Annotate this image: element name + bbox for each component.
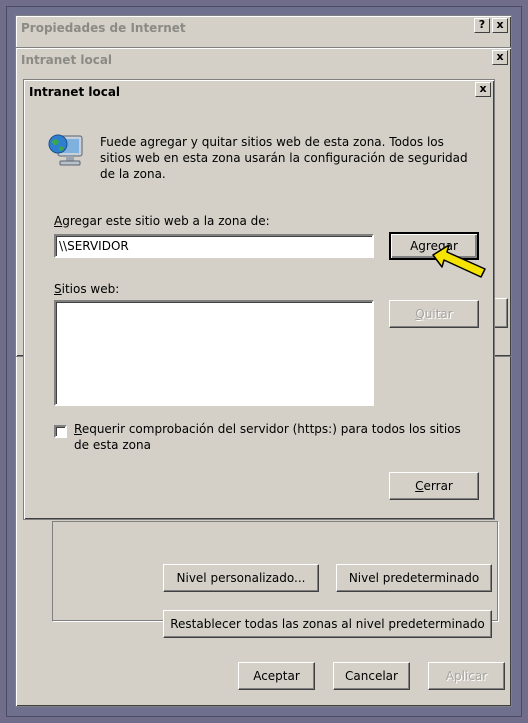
add-site-label: Agregar este sitio web a la zona de: bbox=[54, 214, 270, 228]
close-dialog-access-key: C bbox=[415, 479, 424, 493]
window-title: Propiedades de Internet bbox=[21, 20, 186, 35]
window-title: Intranet local bbox=[21, 52, 113, 67]
cancel-button[interactable]: Cancelar bbox=[333, 662, 410, 690]
internet-properties-titlebar: Propiedades de Internet bbox=[18, 18, 509, 37]
default-level-label: Nivel predeterminado bbox=[348, 571, 480, 585]
sites-label: Sitios web: bbox=[54, 282, 119, 296]
zone-description: Fuede agregar y quitar sitios web de est… bbox=[100, 135, 468, 181]
help-button[interactable]: ? bbox=[474, 18, 490, 33]
close-button[interactable]: x bbox=[492, 50, 508, 65]
close-dialog-text: errar bbox=[423, 479, 453, 493]
ok-label: Aceptar bbox=[253, 669, 300, 683]
require-https-label: Requerir comprobación del servidor (http… bbox=[74, 421, 461, 453]
close-button[interactable]: x bbox=[492, 18, 508, 33]
ok-button[interactable]: Aceptar bbox=[238, 662, 315, 690]
remove-button[interactable]: Quitar bbox=[389, 300, 479, 328]
dialog-title: Intranet local bbox=[29, 84, 121, 99]
remove-button-label: Quitar bbox=[415, 307, 452, 321]
reset-all-zones-button[interactable]: Restablecer todas las zonas al nivel pre… bbox=[163, 610, 492, 638]
default-level-button[interactable]: Nivel predeterminado bbox=[336, 564, 492, 592]
close-button[interactable]: x bbox=[475, 82, 491, 97]
local-intranet-sites-dialog: Intranet local x Fuede agregar y quitar … bbox=[23, 79, 495, 520]
require-https-line-2: de esta zona bbox=[74, 438, 151, 452]
custom-level-button[interactable]: Nivel personalizado... bbox=[163, 564, 319, 592]
require-https-line-1: Requerir comprobación del servidor (http… bbox=[74, 421, 461, 437]
close-dialog-label: Cerrar bbox=[415, 479, 453, 493]
add-site-label-text: gregar este sitio web a la zona de: bbox=[62, 214, 270, 228]
screenshot-frame: Propiedades de Internet ? x Nivel person… bbox=[6, 6, 522, 717]
reset-all-zones-label: Restablecer todas las zonas al nivel pre… bbox=[170, 617, 485, 631]
add-site-input[interactable]: \\SERVIDOR bbox=[54, 234, 374, 258]
apply-label: Aplicar bbox=[445, 669, 488, 683]
advanced-button-edge[interactable] bbox=[494, 298, 508, 328]
remove-button-text: uitar bbox=[424, 307, 453, 321]
require-https-text-a: equerir comprobación del servidor (https… bbox=[81, 422, 461, 436]
sites-label-text: itios web: bbox=[61, 282, 120, 296]
sites-dialog-titlebar: Intranet local bbox=[26, 82, 492, 101]
sites-list[interactable] bbox=[54, 300, 374, 406]
require-https-access-key: R bbox=[74, 422, 82, 436]
cancel-label: Cancelar bbox=[345, 669, 398, 683]
sites-label-access-key: S bbox=[54, 282, 62, 296]
custom-level-label: Nivel personalizado... bbox=[176, 571, 306, 585]
add-site-label-access-key: A bbox=[54, 214, 63, 228]
annotation-arrow-icon bbox=[431, 243, 491, 283]
require-https-checkbox[interactable] bbox=[54, 425, 67, 438]
apply-button[interactable]: Aplicar bbox=[428, 662, 505, 690]
add-site-input-value: \\SERVIDOR bbox=[59, 239, 129, 253]
close-dialog-button[interactable]: Cerrar bbox=[389, 472, 479, 500]
remove-button-access-key: Q bbox=[415, 307, 425, 321]
computer-globe-icon bbox=[46, 130, 86, 170]
local-intranet-titlebar: Intranet local bbox=[18, 50, 509, 69]
